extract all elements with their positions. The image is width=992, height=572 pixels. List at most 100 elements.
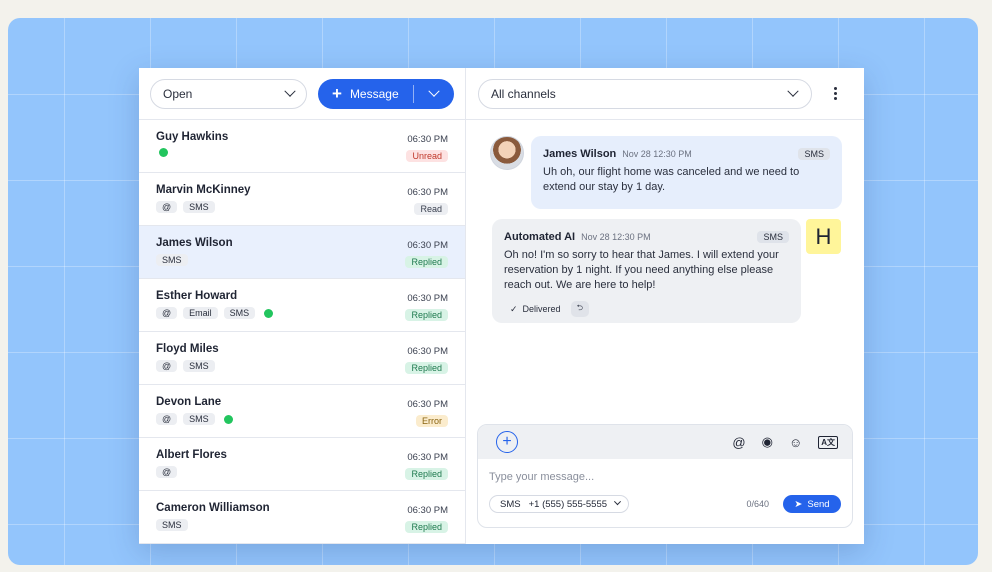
status-badge: Replied: [405, 468, 448, 480]
whatsapp-icon: [223, 414, 233, 424]
message-options-button[interactable]: [414, 85, 454, 98]
status-badge: Replied: [405, 521, 448, 533]
status-badge: Replied: [405, 309, 448, 321]
message-text: Uh oh, our flight home was canceled and …: [543, 166, 800, 193]
chevron-down-icon: [787, 85, 799, 97]
conversation-time: 06:30 PM: [407, 346, 448, 357]
whatsapp-icon: [159, 148, 168, 157]
contact-name: Guy Hawkins: [156, 131, 229, 143]
channel-tag: SMS: [183, 201, 215, 213]
channel-tags: @ Email SMS: [156, 307, 448, 319]
conversation-row[interactable]: James Wilson SMS 06:30 PM Replied: [139, 226, 465, 279]
composer-toolbar: + @ ◉ ☺ A文: [478, 425, 852, 459]
chevron-down-icon: [284, 85, 296, 97]
message-channel-badge: SMS: [757, 231, 789, 243]
conversation-time: 06:30 PM: [407, 505, 448, 516]
plus-icon: +: [332, 84, 342, 103]
conversation-list: Guy Hawkins 06:30 PM Unread Marvin McKinney…: [139, 120, 465, 544]
status-badge: Unread: [406, 150, 448, 162]
status-badge: Replied: [405, 256, 448, 268]
add-attachment-button[interactable]: +: [496, 431, 518, 453]
channel-tag: SMS: [183, 360, 215, 372]
conversation-row[interactable]: Esther Howard @ Email SMS 06:30 PM Replied: [139, 279, 465, 332]
background-canvas: Open + Message Guy Hawkins 06:30 PM Unread…: [8, 18, 978, 565]
check-icon: ✓: [510, 303, 518, 314]
conversation-time: 06:30 PM: [407, 240, 448, 251]
channel-tag: @: [156, 413, 178, 425]
channel-tag: @: [156, 307, 178, 319]
customer-avatar: [490, 136, 524, 170]
status-filter-select[interactable]: Open: [150, 78, 307, 109]
conversation-row[interactable]: Cameron Williamson SMS 06:30 PM Replied: [139, 491, 465, 544]
contact-name: Devon Lane: [156, 396, 222, 408]
sender-channel: SMS: [500, 498, 521, 510]
status-filter-value: Open: [163, 86, 193, 101]
channel-tag: SMS: [156, 254, 188, 266]
channel-tags: @ SMS: [156, 413, 448, 425]
channel-tags: SMS: [156, 254, 448, 266]
contact-name: Floyd Miles: [156, 343, 219, 355]
message-author: Automated AI: [504, 231, 576, 243]
conversation-row[interactable]: Guy Hawkins 06:30 PM Unread: [139, 120, 465, 173]
channel-tag: Email: [183, 307, 218, 319]
eye-icon[interactable]: ◉: [762, 434, 773, 450]
emoji-icon[interactable]: ☺: [789, 435, 802, 450]
conversation-panel: Open + Message Guy Hawkins 06:30 PM Unread…: [139, 68, 466, 544]
conversation-row[interactable]: Marvin McKinney @ SMS 06:30 PM Read: [139, 173, 465, 226]
conversation-row[interactable]: Albert Flores @06:30 PM Replied: [139, 438, 465, 491]
conversation-toolbar: Open + Message: [139, 68, 465, 120]
whatsapp-icon: [264, 308, 274, 318]
channel-tags: @ SMS: [156, 360, 448, 372]
conversation-time: 06:30 PM: [407, 452, 448, 463]
channel-filter-select[interactable]: All channels: [478, 78, 812, 109]
channel-tags: [156, 148, 448, 157]
chevron-down-icon: [428, 85, 440, 97]
conversation-time: 06:30 PM: [407, 134, 448, 145]
message-text: Oh no! I'm so sorry to hear that James. …: [504, 249, 779, 291]
conversation-time: 06:30 PM: [407, 293, 448, 304]
channel-tag: @: [156, 201, 178, 213]
feedback-icon[interactable]: ⮌: [570, 301, 589, 317]
contact-name: Cameron Williamson: [156, 502, 270, 514]
contact-name: Esther Howard: [156, 290, 238, 302]
contact-name: James Wilson: [156, 237, 233, 249]
translate-icon[interactable]: A文: [818, 435, 838, 449]
message-author: James Wilson: [543, 148, 617, 160]
more-options-icon[interactable]: [834, 87, 837, 100]
contact-name: Albert Flores: [156, 449, 227, 461]
send-label: Send: [807, 498, 830, 510]
send-button[interactable]: ➤ Send: [783, 495, 841, 513]
ai-message-bubble: Automated AI Nov 28 12:30 PM SMS Oh no! …: [492, 219, 801, 323]
new-message-button[interactable]: + Message: [318, 85, 413, 102]
channel-tag: SMS: [183, 413, 215, 425]
channel-tag: SMS: [156, 519, 188, 531]
channel-tags: @ SMS: [156, 201, 448, 213]
message-composer: + @ ◉ ☺ A文 Type your message... SMS +1 (…: [477, 424, 853, 528]
message-input[interactable]: Type your message...: [478, 459, 852, 495]
channel-tags: SMS: [156, 519, 448, 531]
sender-phone: +1 (555) 555-5555: [528, 498, 608, 510]
channel-filter-value: All channels: [491, 86, 556, 101]
conversation-row[interactable]: Floyd Miles @ SMS 06:30 PM Replied: [139, 332, 465, 385]
channel-tags: @: [156, 466, 448, 478]
status-badge: Read: [414, 203, 448, 215]
mention-icon[interactable]: @: [732, 435, 745, 450]
conversation-time: 06:30 PM: [407, 399, 448, 410]
chevron-down-icon: [613, 497, 622, 505]
message-timestamp: Nov 28 12:30 PM: [581, 232, 651, 242]
contact-name: Marvin McKinney: [156, 184, 251, 196]
conversation-row[interactable]: Devon Lane @ SMS 06:30 PM Error: [139, 385, 465, 438]
status-badge: Replied: [405, 362, 448, 374]
inbox-app: Open + Message Guy Hawkins 06:30 PM Unread…: [139, 68, 864, 544]
status-badge: Error: [416, 415, 448, 427]
delivery-status: ✓ Delivered: [504, 304, 561, 315]
chat-panel: All channels James Wilson Nov 28 12:30 P…: [466, 68, 864, 544]
conversation-time: 06:30 PM: [407, 187, 448, 198]
new-message-button-group: + Message: [318, 78, 454, 109]
sender-number-select[interactable]: SMS +1 (555) 555-5555: [489, 495, 630, 513]
channel-tag: @: [156, 360, 178, 372]
chat-toolbar: All channels: [466, 68, 864, 120]
delivery-status-label: Delivered: [522, 304, 561, 314]
character-counter: 0/640: [746, 499, 769, 509]
new-message-label: Message: [349, 86, 399, 101]
